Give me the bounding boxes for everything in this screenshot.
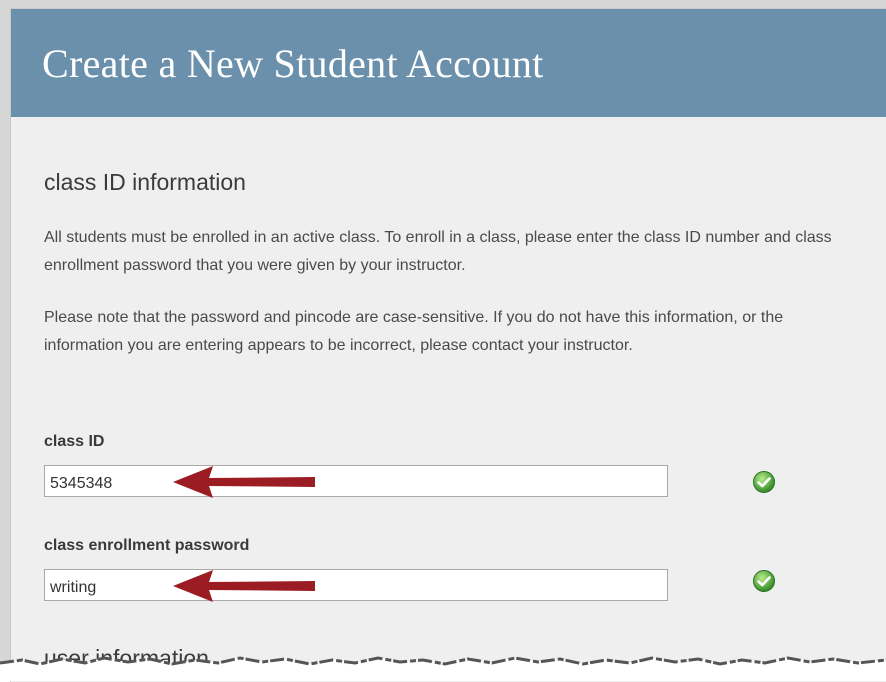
enrollment-password-label: class enrollment password (44, 537, 250, 554)
check-circle-icon (753, 471, 775, 493)
class-id-label: class ID (44, 433, 105, 450)
class-id-section-title: class ID information (44, 169, 246, 195)
account-form-panel: Create a New Student Account class ID in… (10, 8, 886, 682)
case-sensitivity-note: Please note that the password and pincod… (44, 309, 784, 354)
page-title: Create a New Student Account (42, 41, 544, 86)
screenshot-frame: Create a New Student Account class ID in… (0, 0, 886, 682)
check-circle-icon (753, 570, 775, 592)
page-header: Create a New Student Account (11, 9, 886, 117)
class-id-intro-text: All students must be enrolled in an acti… (44, 229, 832, 274)
annotation-arrow-icon (173, 570, 315, 602)
torn-edge-divider (0, 656, 886, 681)
enrollment-password-input[interactable] (44, 569, 668, 601)
class-id-input[interactable] (44, 465, 668, 497)
annotation-arrow-icon (173, 466, 315, 498)
